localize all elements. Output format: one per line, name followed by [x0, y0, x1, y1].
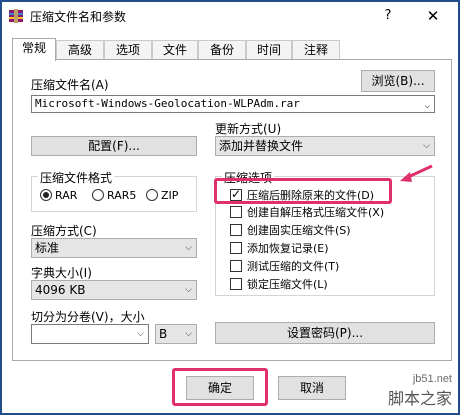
cancel-button[interactable]: 取消: [278, 376, 346, 400]
checkbox-delete-after[interactable]: 压缩后删除原来的文件(D): [230, 187, 374, 203]
radio-selected-icon: [40, 189, 52, 201]
window-title: 压缩文件名和参数: [30, 10, 127, 24]
tab-files[interactable]: 文件: [152, 40, 198, 60]
checkbox-checked-icon: [230, 187, 242, 201]
watermark-site-name: 脚本之家: [387, 389, 452, 408]
browse-button[interactable]: 浏览(B)...: [361, 70, 435, 92]
close-button[interactable]: ✕: [416, 6, 450, 26]
split-volume-label: 切分为分卷(V)，大小: [31, 310, 145, 324]
radio-rar5[interactable]: RAR5: [92, 189, 136, 202]
archive-format-title: 压缩文件格式: [38, 169, 115, 186]
chevron-down-icon: ⌵: [185, 285, 192, 295]
radio-zip-label: ZIP: [161, 189, 179, 202]
radio-rar5-label: RAR5: [107, 189, 137, 202]
tab-advanced[interactable]: 高级: [56, 40, 104, 60]
annotation-arrow-icon: [400, 164, 433, 182]
split-size-input[interactable]: ⌵: [31, 324, 149, 344]
ok-button[interactable]: 确定: [186, 376, 254, 400]
checkbox-lock-archive[interactable]: 锁定压缩文件(L): [230, 276, 328, 292]
chevron-down-icon: ⌵: [185, 243, 192, 253]
radio-empty-icon: [146, 189, 158, 201]
general-tab-panel: 压缩文件名(A) 浏览(B)... Microsoft-Windows-Geol…: [12, 59, 452, 361]
checkbox-empty-icon: [230, 260, 242, 272]
archive-name-label: 压缩文件名(A): [31, 78, 109, 92]
radio-zip[interactable]: ZIP: [146, 189, 178, 202]
method-label: 压缩方式(C): [31, 224, 97, 238]
create-sfx-label: 创建自解压格式压缩文件(X): [247, 206, 385, 219]
checkbox-create-sfx[interactable]: 创建自解压格式压缩文件(X): [230, 204, 384, 220]
chevron-down-icon: ⌵: [424, 101, 430, 111]
help-button[interactable]: ?: [376, 6, 400, 26]
recovery-record-label: 添加恢复记录(E): [247, 242, 329, 255]
checkbox-empty-icon: [230, 278, 242, 290]
watermark-domain: jb51.net: [412, 373, 452, 385]
method-value: 标准: [35, 241, 60, 255]
radio-rar[interactable]: RAR: [40, 189, 77, 202]
chevron-down-icon: ⌵: [137, 329, 144, 339]
winrar-app-icon: [9, 9, 23, 23]
chevron-down-icon: ⌵: [423, 141, 430, 151]
dictionary-select[interactable]: 4096 KB ⌵: [31, 280, 197, 300]
test-files-label: 测试压缩的文件(T): [247, 260, 340, 273]
checkbox-empty-icon: [230, 206, 242, 218]
radio-empty-icon: [92, 189, 104, 201]
archive-options-group: 压缩选项 压缩后删除原来的文件(D) 创建自解压格式压缩文件(X) 创建固实压缩…: [215, 169, 435, 296]
update-mode-select[interactable]: 添加并替换文件 ⌵: [215, 136, 435, 156]
create-solid-label: 创建固实压缩文件(S): [247, 224, 351, 237]
radio-rar-label: RAR: [55, 189, 78, 202]
split-unit-select[interactable]: B ⌵: [155, 324, 197, 344]
watermark: jb51.net 脚本之家: [388, 373, 452, 409]
checkbox-test-files[interactable]: 测试压缩的文件(T): [230, 258, 339, 274]
archive-format-group: 压缩文件格式 RAR RAR5 ZIP: [31, 169, 197, 212]
update-mode-value: 添加并替换文件: [219, 139, 304, 153]
chevron-down-icon: ⌵: [185, 329, 192, 339]
title-bar: 压缩文件名和参数 ? ✕: [2, 2, 458, 30]
checkbox-recovery-record[interactable]: 添加恢复记录(E): [230, 240, 329, 256]
tab-comment[interactable]: 注释: [292, 40, 340, 60]
dictionary-value: 4096 KB: [35, 283, 86, 297]
method-select[interactable]: 标准 ⌵: [31, 238, 197, 258]
dictionary-label: 字典大小(I): [31, 266, 92, 280]
archive-name-input[interactable]: Microsoft-Windows-Geolocation-WLPAdm.rar…: [31, 95, 435, 113]
checkbox-create-solid[interactable]: 创建固实压缩文件(S): [230, 222, 351, 238]
dialog-window: 压缩文件名和参数 ? ✕ 常规 高级 选项 文件 备份 时间 注释 压缩文件名(…: [0, 0, 460, 415]
archive-name-value: Microsoft-Windows-Geolocation-WLPAdm.rar: [35, 97, 300, 110]
checkbox-empty-icon: [230, 242, 242, 254]
tab-time[interactable]: 时间: [246, 40, 292, 60]
tab-general[interactable]: 常规: [12, 38, 56, 61]
split-unit-value: B: [159, 327, 168, 341]
tab-backup[interactable]: 备份: [198, 40, 246, 60]
archive-options-title: 压缩选项: [222, 169, 275, 186]
lock-archive-label: 锁定压缩文件(L): [247, 278, 328, 291]
delete-after-label: 压缩后删除原来的文件(D): [247, 189, 375, 202]
tab-options[interactable]: 选项: [104, 40, 152, 60]
profiles-button[interactable]: 配置(F)...: [31, 136, 197, 156]
tab-bar: 常规 高级 选项 文件 备份 时间 注释: [12, 38, 452, 61]
set-password-button[interactable]: 设置密码(P)...: [215, 322, 435, 344]
update-mode-label: 更新方式(U): [215, 122, 282, 136]
checkbox-empty-icon: [230, 224, 242, 236]
